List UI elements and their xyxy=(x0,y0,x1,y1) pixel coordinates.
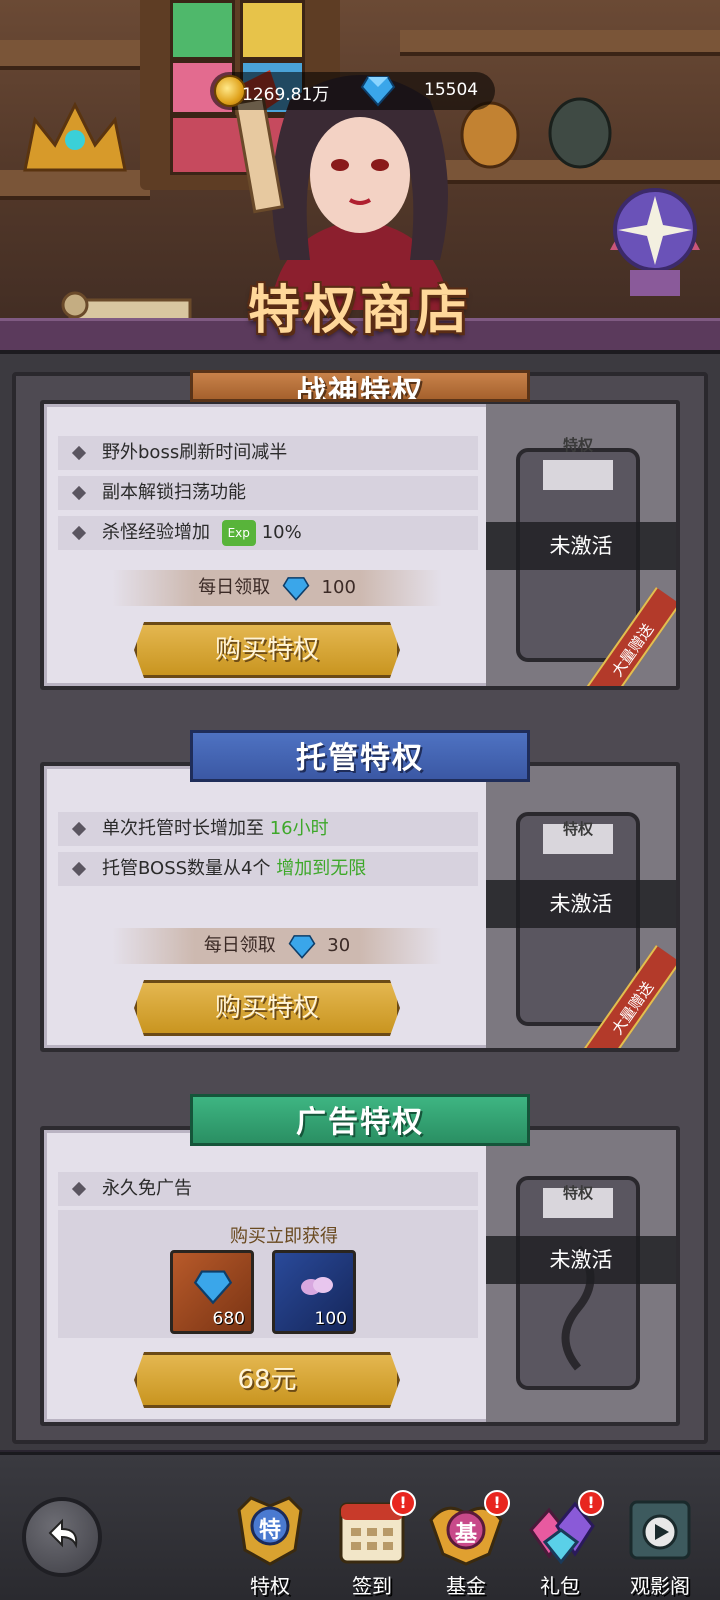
emblem-label: 特权 xyxy=(562,1184,593,1202)
play-video-icon xyxy=(629,1500,691,1560)
back-button[interactable] xyxy=(22,1497,102,1577)
card-title-banner: 战神特权 xyxy=(190,370,530,402)
status-inactive: 未激活 xyxy=(486,880,676,928)
gem-icon xyxy=(360,76,396,107)
nav-label: 签到 xyxy=(352,1574,392,1598)
status-inactive: 未激活 xyxy=(486,522,676,570)
page-title: 特权商店 xyxy=(247,281,472,341)
exp-icon: Exp xyxy=(221,520,256,546)
card-title-banner: 托管特权 xyxy=(190,730,530,782)
buy-privilege-button[interactable]: 购买特权 xyxy=(134,622,400,678)
nav-theater[interactable]: 观影阁 xyxy=(614,1490,706,1600)
nav-privilege[interactable]: 特 特权 xyxy=(224,1490,316,1600)
nav-gift-pack[interactable]: ! 礼包 xyxy=(514,1490,606,1600)
gem-amount: 15504 xyxy=(424,80,479,100)
shop-header: 1269.81万 15504 特权商店 xyxy=(0,0,720,370)
icon-glyph: 特 xyxy=(258,1518,281,1543)
nav-label: 特权 xyxy=(250,1574,290,1598)
gem-icon xyxy=(193,1270,233,1305)
gem-icon xyxy=(282,577,310,601)
privilege-card-ads: 永久免广告 购买立即获得 680 100 68元 特权 未激活 xyxy=(40,1126,680,1426)
status-inactive: 未激活 xyxy=(486,1236,676,1284)
feature-row: 单次托管时长增加至 16小时 xyxy=(58,812,478,846)
emblem-label: 特权 xyxy=(562,820,593,838)
nav-label: 基金 xyxy=(446,1574,486,1598)
gold-amount: 1269.81万 xyxy=(242,85,330,105)
emblem-label: 特权 xyxy=(562,436,593,454)
reward-gem[interactable]: 680 xyxy=(170,1250,254,1334)
notification-badge: ! xyxy=(484,1490,510,1516)
notification-badge: ! xyxy=(578,1490,604,1516)
card-title-banner: 广告特权 xyxy=(190,1094,530,1146)
notification-badge: ! xyxy=(390,1490,416,1516)
nav-label: 观影阁 xyxy=(630,1574,690,1598)
reward-label: 购买立即获得 xyxy=(230,1226,338,1247)
daily-reward: 每日领取 100 xyxy=(112,570,442,606)
privilege-card-war-god: 野外boss刷新时间减半 副本解锁扫荡功能 杀怪经验增加 Exp 10% 每日领取… xyxy=(40,400,680,690)
nav-sign-in[interactable]: ! 签到 xyxy=(326,1490,418,1600)
shelf xyxy=(0,40,150,70)
icon-glyph: 基 xyxy=(454,1522,477,1547)
buy-price-button[interactable]: 68元 xyxy=(134,1352,400,1408)
crystal-icon xyxy=(301,1277,333,1295)
reward-crystal[interactable]: 100 xyxy=(272,1250,356,1334)
feature-row: 杀怪经验增加 Exp 10% xyxy=(58,516,478,550)
nav-label: 礼包 xyxy=(540,1574,580,1598)
feature-row: 野外boss刷新时间减半 xyxy=(58,436,478,470)
privilege-card-auto: 单次托管时长增加至 16小时 托管BOSS数量从4个 增加到无限 每日领取 30… xyxy=(40,762,680,1052)
gem-icon xyxy=(288,935,315,959)
shelf xyxy=(400,30,720,56)
daily-reward: 每日领取 30 xyxy=(112,928,442,964)
feature-row: 托管BOSS数量从4个 增加到无限 xyxy=(58,852,478,886)
feature-row: 副本解锁扫荡功能 xyxy=(58,476,478,510)
feature-row: 永久免广告 xyxy=(58,1172,478,1206)
buy-privilege-button[interactable]: 购买特权 xyxy=(134,980,400,1036)
crown-icon xyxy=(23,101,127,172)
back-arrow-icon xyxy=(48,1518,78,1549)
nav-fund[interactable]: 基 ! 基金 xyxy=(420,1490,512,1600)
